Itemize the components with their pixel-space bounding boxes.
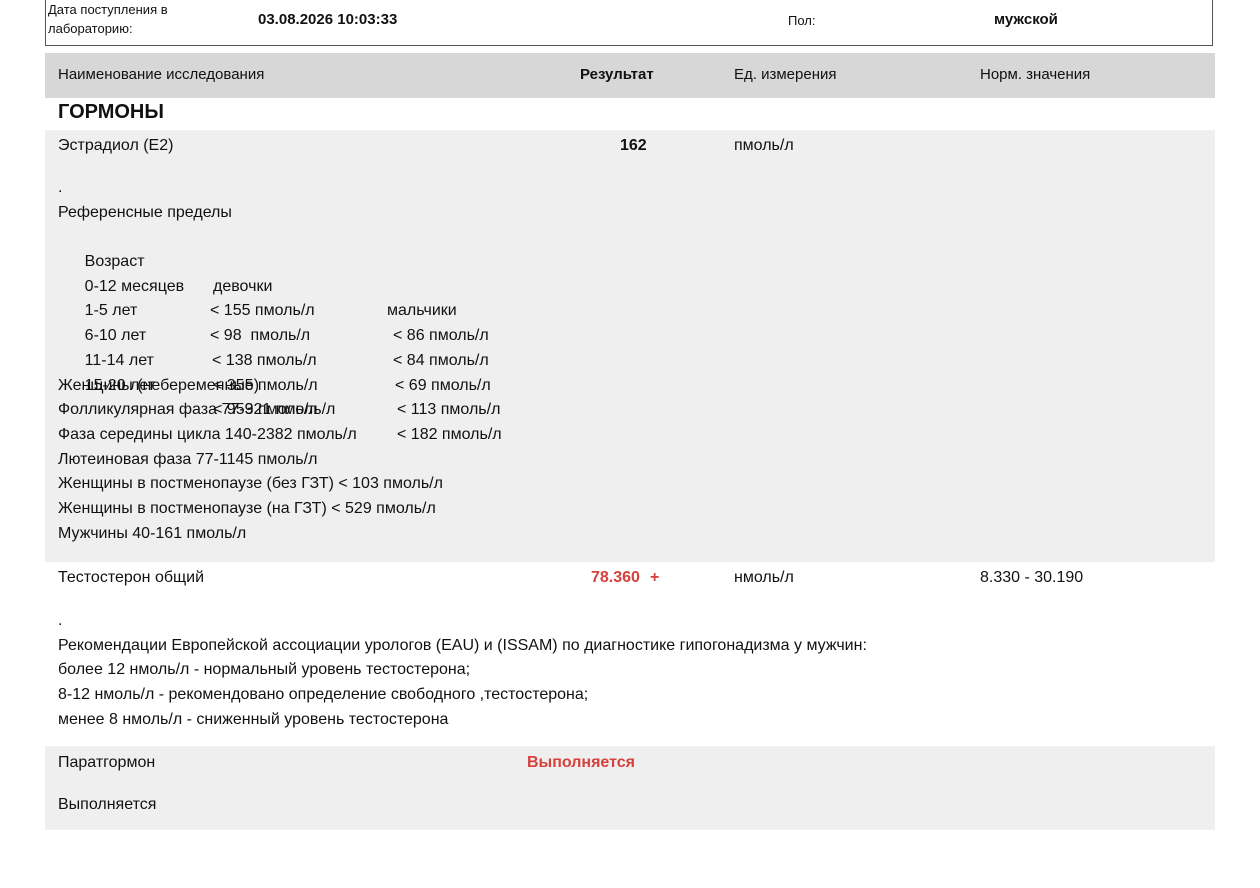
note-line: Женщины в постменопаузе (без ГЗТ) < 103 … <box>58 475 443 493</box>
col-result-header: Результат <box>580 66 654 83</box>
receive-date-value: 03.08.2026 10:03:33 <box>258 11 398 28</box>
receive-date-label: Дата поступления в лабораторию: <box>48 2 168 36</box>
sex-value: мужской <box>994 11 1058 28</box>
test-result: 162 <box>620 137 647 154</box>
note-line: Женщины в постменопаузе (на ГЗТ) < 529 п… <box>58 499 436 517</box>
note-line: менее 8 нмоль/л - сниженный уровень тест… <box>58 710 449 728</box>
age-reference-table: Возраст девочки мальчики 0-12 месяцев < … <box>58 225 502 443</box>
col-norm-header: Норм. значения <box>980 66 1091 83</box>
col-unit-header: Ед. измерения <box>734 66 837 83</box>
table-row: 1-5 лет < 98 пмоль/л < 84 пмоль/л <box>84 302 489 369</box>
test-norm: 8.330 - 30.190 <box>980 569 1084 586</box>
test-status: Выполняется <box>527 754 635 771</box>
test-note: . Референсные пределы Возраст девочки ма… <box>58 176 502 546</box>
note-dot: . <box>58 179 63 196</box>
high-flag: + <box>649 569 660 586</box>
sex-label: Пол: <box>788 13 816 28</box>
note-line: Рекомендации Европейской ассоциации урол… <box>58 636 867 654</box>
test-name: Эстрадиол (E2) <box>58 137 174 154</box>
note-line: Лютеиновая фаза 77-1145 пмоль/л <box>58 450 318 468</box>
note-line: Мужчины 40-161 пмоль/л <box>58 524 247 542</box>
test-note: . Рекомендации Европейской ассоциации ур… <box>58 609 867 732</box>
note-line: более 12 нмоль/л - нормальный уровень те… <box>58 661 471 679</box>
age-table-header: Возраст девочки мальчики <box>84 253 457 320</box>
test-unit: нмоль/л <box>734 569 794 586</box>
col-name-header: Наименование исследования <box>58 66 265 83</box>
test-unit: пмоль/л <box>734 137 794 154</box>
note-title: Референсные пределы <box>58 203 232 221</box>
test-name: Паратгормон <box>58 754 156 771</box>
note-dot: . <box>58 612 63 629</box>
section-title: ГОРМОНЫ <box>58 101 164 123</box>
table-row: 15-20 лет < 953 пмоль/л < 182 пмоль/л <box>84 376 502 443</box>
note-line: Фаза середины цикла 140-2382 пмоль/л <box>58 425 357 443</box>
note-line: 8-12 нмоль/л - рекомендовано определение… <box>58 686 589 704</box>
test-status-note: Выполняется <box>58 796 157 813</box>
test-name: Тестостерон общий <box>58 569 205 586</box>
test-result-flagged: 78.360 + <box>591 569 660 586</box>
table-row: 11-14 лет < 355 пмоль/л < 113 пмоль/л <box>84 351 501 419</box>
table-row: 0-12 месяцев < 155 пмоль/л < 86 пмоль/л <box>84 277 489 345</box>
table-row: 6-10 лет < 138 пмоль/л < 69 пмоль/л <box>84 327 491 394</box>
